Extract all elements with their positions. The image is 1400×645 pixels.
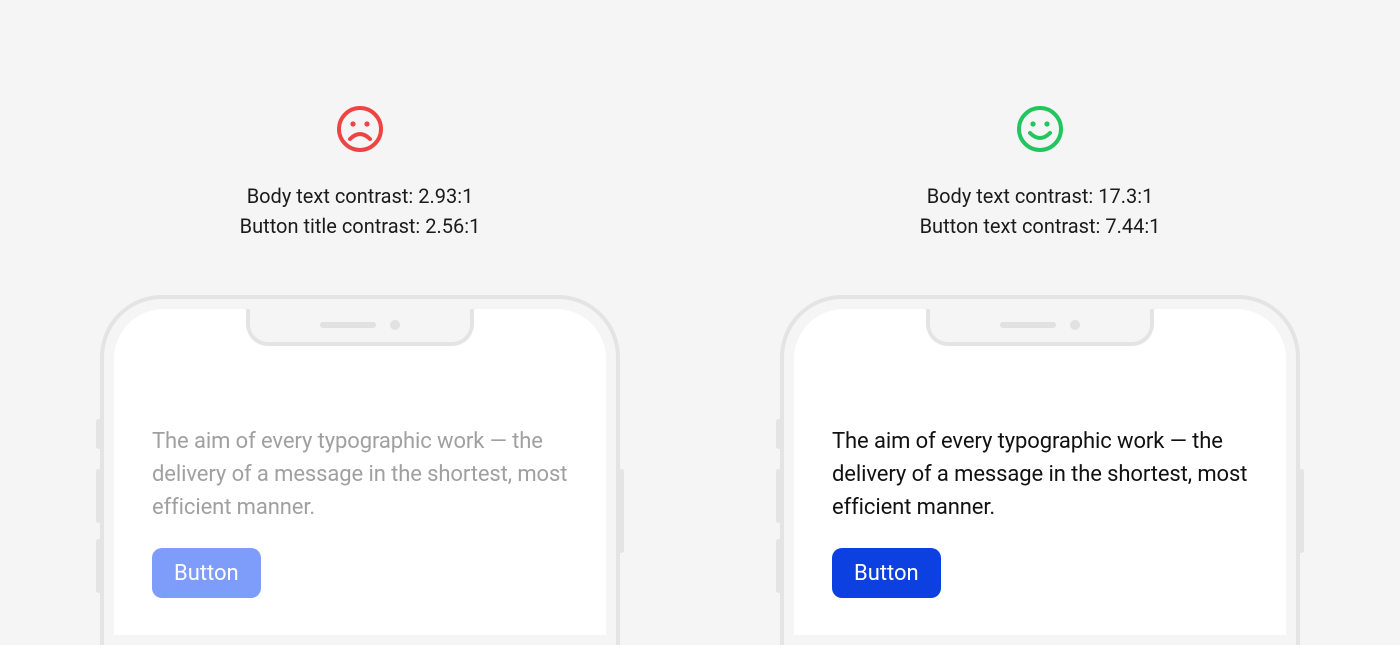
speaker-icon — [320, 322, 376, 328]
camera-icon — [1070, 320, 1080, 330]
phone-mockup: The aim of every typographic work — the … — [100, 295, 620, 645]
phone-side-button — [96, 469, 101, 523]
happy-face-icon — [1016, 105, 1064, 157]
body-text: The aim of every typographic work — the … — [832, 425, 1248, 524]
phone-side-button — [776, 539, 781, 593]
body-contrast-label: Body text contrast: 17.3:1 — [920, 181, 1161, 211]
phone-side-button — [619, 469, 624, 553]
phone-side-button — [776, 469, 781, 523]
good-example: Body text contrast: 17.3:1 Button text c… — [780, 105, 1300, 643]
phone-mockup: The aim of every typographic work — the … — [780, 295, 1300, 645]
bad-example: Body text contrast: 2.93:1 Button title … — [100, 105, 620, 643]
phone-side-button — [1299, 469, 1304, 553]
body-text: The aim of every typographic work — the … — [152, 425, 568, 524]
button-contrast-label: Button title contrast: 2.56:1 — [240, 211, 481, 241]
demo-button[interactable]: Button — [832, 548, 941, 598]
demo-button-label: Button — [854, 561, 919, 586]
phone-notch — [246, 309, 474, 346]
phone-notch — [926, 309, 1154, 346]
button-contrast-label: Button text contrast: 7.44:1 — [920, 211, 1161, 241]
phone-side-button — [96, 539, 101, 593]
speaker-icon — [1000, 322, 1056, 328]
demo-button-label: Button — [174, 561, 239, 586]
phone-side-button — [776, 419, 781, 449]
phone-side-button — [96, 419, 101, 449]
body-contrast-label: Body text contrast: 2.93:1 — [240, 181, 481, 211]
demo-button[interactable]: Button — [152, 548, 261, 598]
camera-icon — [390, 320, 400, 330]
sad-face-icon — [336, 105, 384, 157]
